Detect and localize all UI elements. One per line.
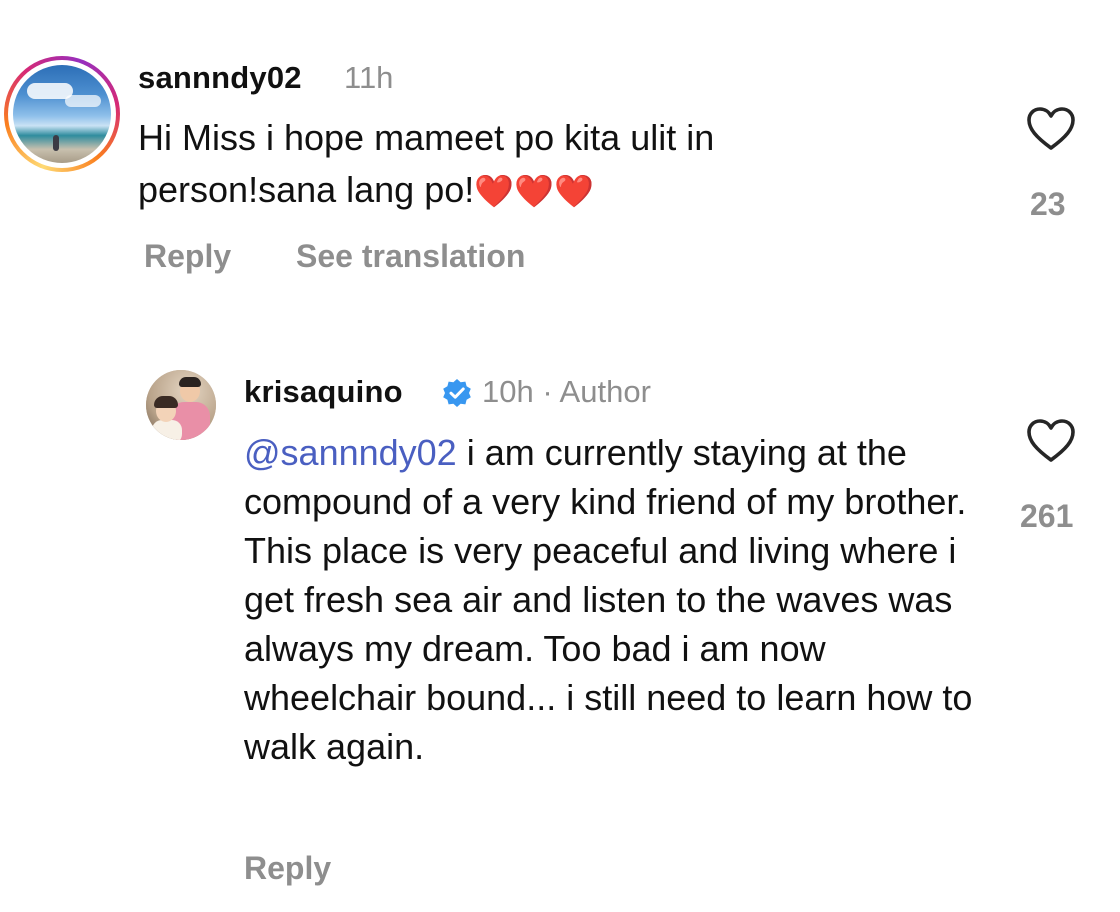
like-count[interactable]: 261 [1020, 498, 1073, 535]
reply-button[interactable]: Reply [144, 238, 231, 275]
comment-text: Hi Miss i hope mameet po kita ulit in pe… [138, 112, 918, 217]
comment-timestamp: 11h [344, 60, 394, 95]
comment-username[interactable]: sannndy02 [138, 60, 302, 96]
heart-outline-icon[interactable] [1026, 418, 1076, 464]
avatar[interactable] [146, 370, 216, 440]
story-ring-avatar[interactable] [4, 56, 120, 172]
comment-body: Hi Miss i hope mameet po kita ulit in pe… [138, 117, 715, 210]
comment-text: @sannndy02 i am currently staying at the… [244, 428, 984, 771]
see-translation-button[interactable]: See translation [296, 238, 525, 275]
verified-badge-icon [443, 379, 471, 407]
avatar [13, 65, 111, 163]
comment-timestamp: 10h · Author [482, 374, 651, 409]
mention-link[interactable]: @sannndy02 [244, 432, 457, 473]
heart-outline-icon[interactable] [1026, 106, 1076, 152]
reply-button[interactable]: Reply [244, 850, 331, 887]
comment-body: i am currently staying at the compound o… [244, 432, 973, 767]
comment-username[interactable]: krisaquino [244, 374, 403, 410]
heart-emoji: ❤️❤️❤️ [474, 173, 594, 209]
like-count[interactable]: 23 [1030, 186, 1066, 223]
